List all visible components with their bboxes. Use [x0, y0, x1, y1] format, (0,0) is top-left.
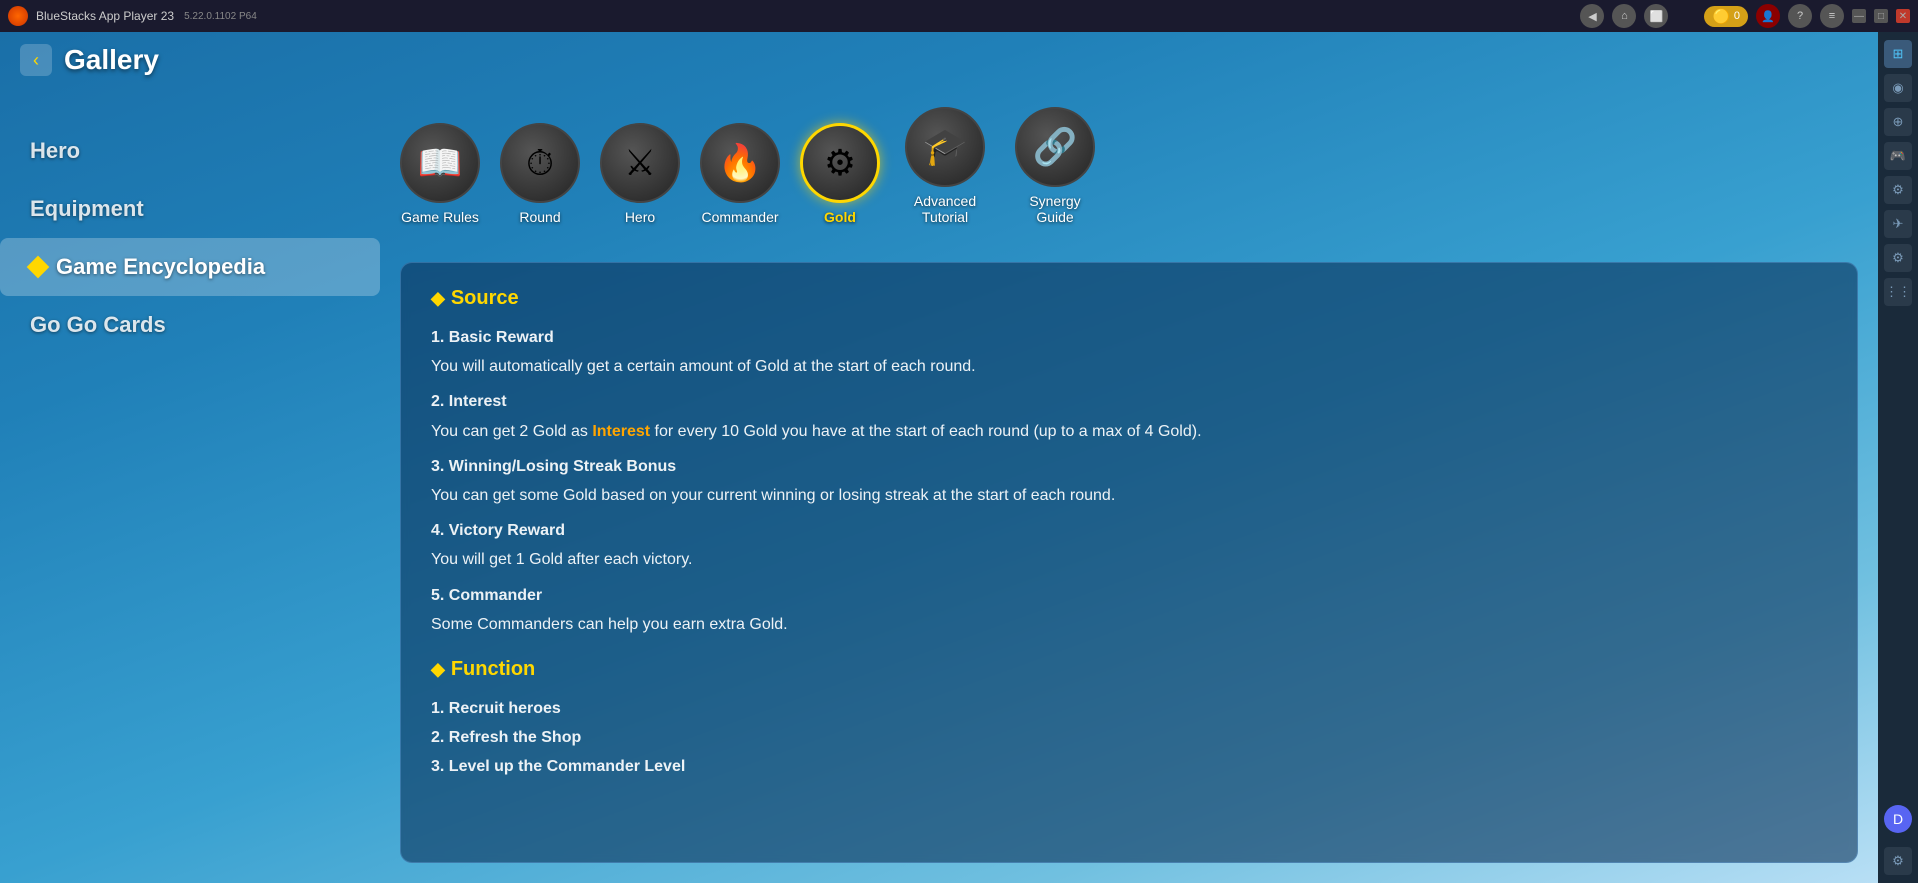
sidebar-icon-1[interactable]: ⊞ [1884, 40, 1912, 68]
interest-text-after: for every 10 Gold you have at the start … [650, 423, 1201, 440]
back-button[interactable]: ‹ [20, 44, 52, 76]
cat-game-rules[interactable]: 📖 Game Rules [400, 123, 480, 225]
cat-advanced-tutorial-label: Advanced Tutorial [900, 193, 990, 225]
item-victory-desc: You will get 1 Gold after each victory. [431, 546, 1827, 573]
item-refresh-shop: 2. Refresh the Shop [431, 724, 1827, 751]
item-recruit-heroes: 1. Recruit heroes [431, 695, 1827, 722]
cat-game-rules-label: Game Rules [401, 209, 479, 225]
source-diamond-icon: ◆ [431, 288, 445, 309]
cat-round[interactable]: ⏱ Round [500, 123, 580, 225]
sidebar-icon-4[interactable]: 🎮 [1884, 142, 1912, 170]
cat-gold[interactable]: ⚙ Gold [800, 123, 880, 225]
nav-home-icon[interactable]: ⌂ [1612, 4, 1636, 28]
cat-synergy-guide-label: Synergy Guide [1010, 193, 1100, 225]
cat-commander[interactable]: 🔥 Commander [700, 123, 780, 225]
cat-advanced-tutorial[interactable]: 🎓 Advanced Tutorial [900, 107, 990, 225]
window-controls: ◀ ⌂ ⬜ 🟡 0 👤 ? ≡ — □ ✕ [1580, 4, 1910, 28]
app-area: ‹ Gallery Hero Equipment Game Encycloped… [0, 32, 1878, 883]
item-level-up: 3. Level up the Commander Level [431, 753, 1827, 780]
minimize-button[interactable]: — [1852, 9, 1866, 23]
sidebar-icon-2[interactable]: ◉ [1884, 74, 1912, 102]
app-version: 5.22.0.1102 P64 [184, 11, 257, 22]
cat-commander-icon: 🔥 [700, 123, 780, 203]
item-commander-desc: Some Commanders can help you earn extra … [431, 611, 1827, 638]
sidebar-icon-8[interactable]: ⋮⋮ [1884, 278, 1912, 306]
function-diamond-icon: ◆ [431, 659, 445, 680]
title-bar: BlueStacks App Player 23 5.22.0.1102 P64… [0, 0, 1918, 32]
main-content: ◆ Source 1. Basic Reward You will automa… [400, 262, 1858, 863]
cat-synergy-guide[interactable]: 🔗 Synergy Guide [1010, 107, 1100, 225]
function-title: ◆ Function [431, 658, 1827, 681]
cat-hero-icon: ⚔ [600, 123, 680, 203]
interest-text-before: You can get 2 Gold as [431, 423, 592, 440]
right-sidebar: ⊞ ◉ ⊕ 🎮 ⚙ ✈ ⚙ ⋮⋮ D ⚙ [1878, 32, 1918, 883]
source-title: ◆ Source [431, 287, 1827, 310]
sidebar-icon-3[interactable]: ⊕ [1884, 108, 1912, 136]
coin-badge: 🟡 0 [1704, 6, 1748, 27]
sidebar-settings-icon[interactable]: ⚙ [1884, 847, 1912, 875]
function-title-text: Function [451, 658, 535, 681]
cat-round-label: Round [519, 209, 560, 225]
page-title: Gallery [64, 44, 159, 76]
cat-advanced-tutorial-icon: 🎓 [905, 107, 985, 187]
profile-icon[interactable]: 👤 [1756, 4, 1780, 28]
interest-highlight: Interest [592, 423, 650, 440]
cat-hero-label: Hero [625, 209, 655, 225]
item-basic-reward-desc: You will automatically get a certain amo… [431, 353, 1827, 380]
discord-icon[interactable]: D [1884, 805, 1912, 833]
help-icon[interactable]: ? [1788, 4, 1812, 28]
source-section: ◆ Source 1. Basic Reward You will automa… [431, 287, 1827, 638]
sidebar-icon-7[interactable]: ⚙ [1884, 244, 1912, 272]
item-interest-desc: You can get 2 Gold as Interest for every… [431, 418, 1827, 445]
left-sidebar: Hero Equipment Game Encyclopedia Go Go C… [0, 102, 380, 883]
gallery-header: ‹ Gallery [20, 44, 159, 76]
sidebar-icon-6[interactable]: ✈ [1884, 210, 1912, 238]
sidebar-item-go-go-cards[interactable]: Go Go Cards [0, 296, 380, 354]
item-interest-label: 2. Interest [431, 388, 1827, 415]
item-victory-label: 4. Victory Reward [431, 517, 1827, 544]
item-commander-label: 5. Commander [431, 582, 1827, 609]
cat-hero[interactable]: ⚔ Hero [600, 123, 680, 225]
source-title-text: Source [451, 287, 519, 310]
item-streak-label: 3. Winning/Losing Streak Bonus [431, 453, 1827, 480]
cat-gold-label: Gold [824, 209, 856, 225]
item-streak-desc: You can get some Gold based on your curr… [431, 482, 1827, 509]
active-indicator [27, 256, 50, 279]
sidebar-item-game-encyclopedia[interactable]: Game Encyclopedia [0, 238, 380, 296]
nav-back-icon[interactable]: ◀ [1580, 4, 1604, 28]
cat-round-icon: ⏱ [500, 123, 580, 203]
menu-icon[interactable]: ≡ [1820, 4, 1844, 28]
sidebar-icon-5[interactable]: ⚙ [1884, 176, 1912, 204]
nav-save-icon[interactable]: ⬜ [1644, 4, 1668, 28]
restore-button[interactable]: □ [1874, 9, 1888, 23]
category-icons: 📖 Game Rules ⏱ Round ⚔ Hero 🔥 Commander … [400, 107, 1858, 235]
cat-gold-icon: ⚙ [800, 123, 880, 203]
cat-synergy-guide-icon: 🔗 [1015, 107, 1095, 187]
sidebar-item-hero[interactable]: Hero [0, 122, 380, 180]
close-button[interactable]: ✕ [1896, 9, 1910, 23]
function-section: ◆ Function 1. Recruit heroes 2. Refresh … [431, 658, 1827, 781]
app-logo [8, 6, 28, 26]
app-name: BlueStacks App Player 23 [36, 9, 174, 23]
cat-game-rules-icon: 📖 [400, 123, 480, 203]
item-basic-reward-label: 1. Basic Reward [431, 324, 1827, 351]
cat-commander-label: Commander [701, 209, 778, 225]
sidebar-item-equipment[interactable]: Equipment [0, 180, 380, 238]
